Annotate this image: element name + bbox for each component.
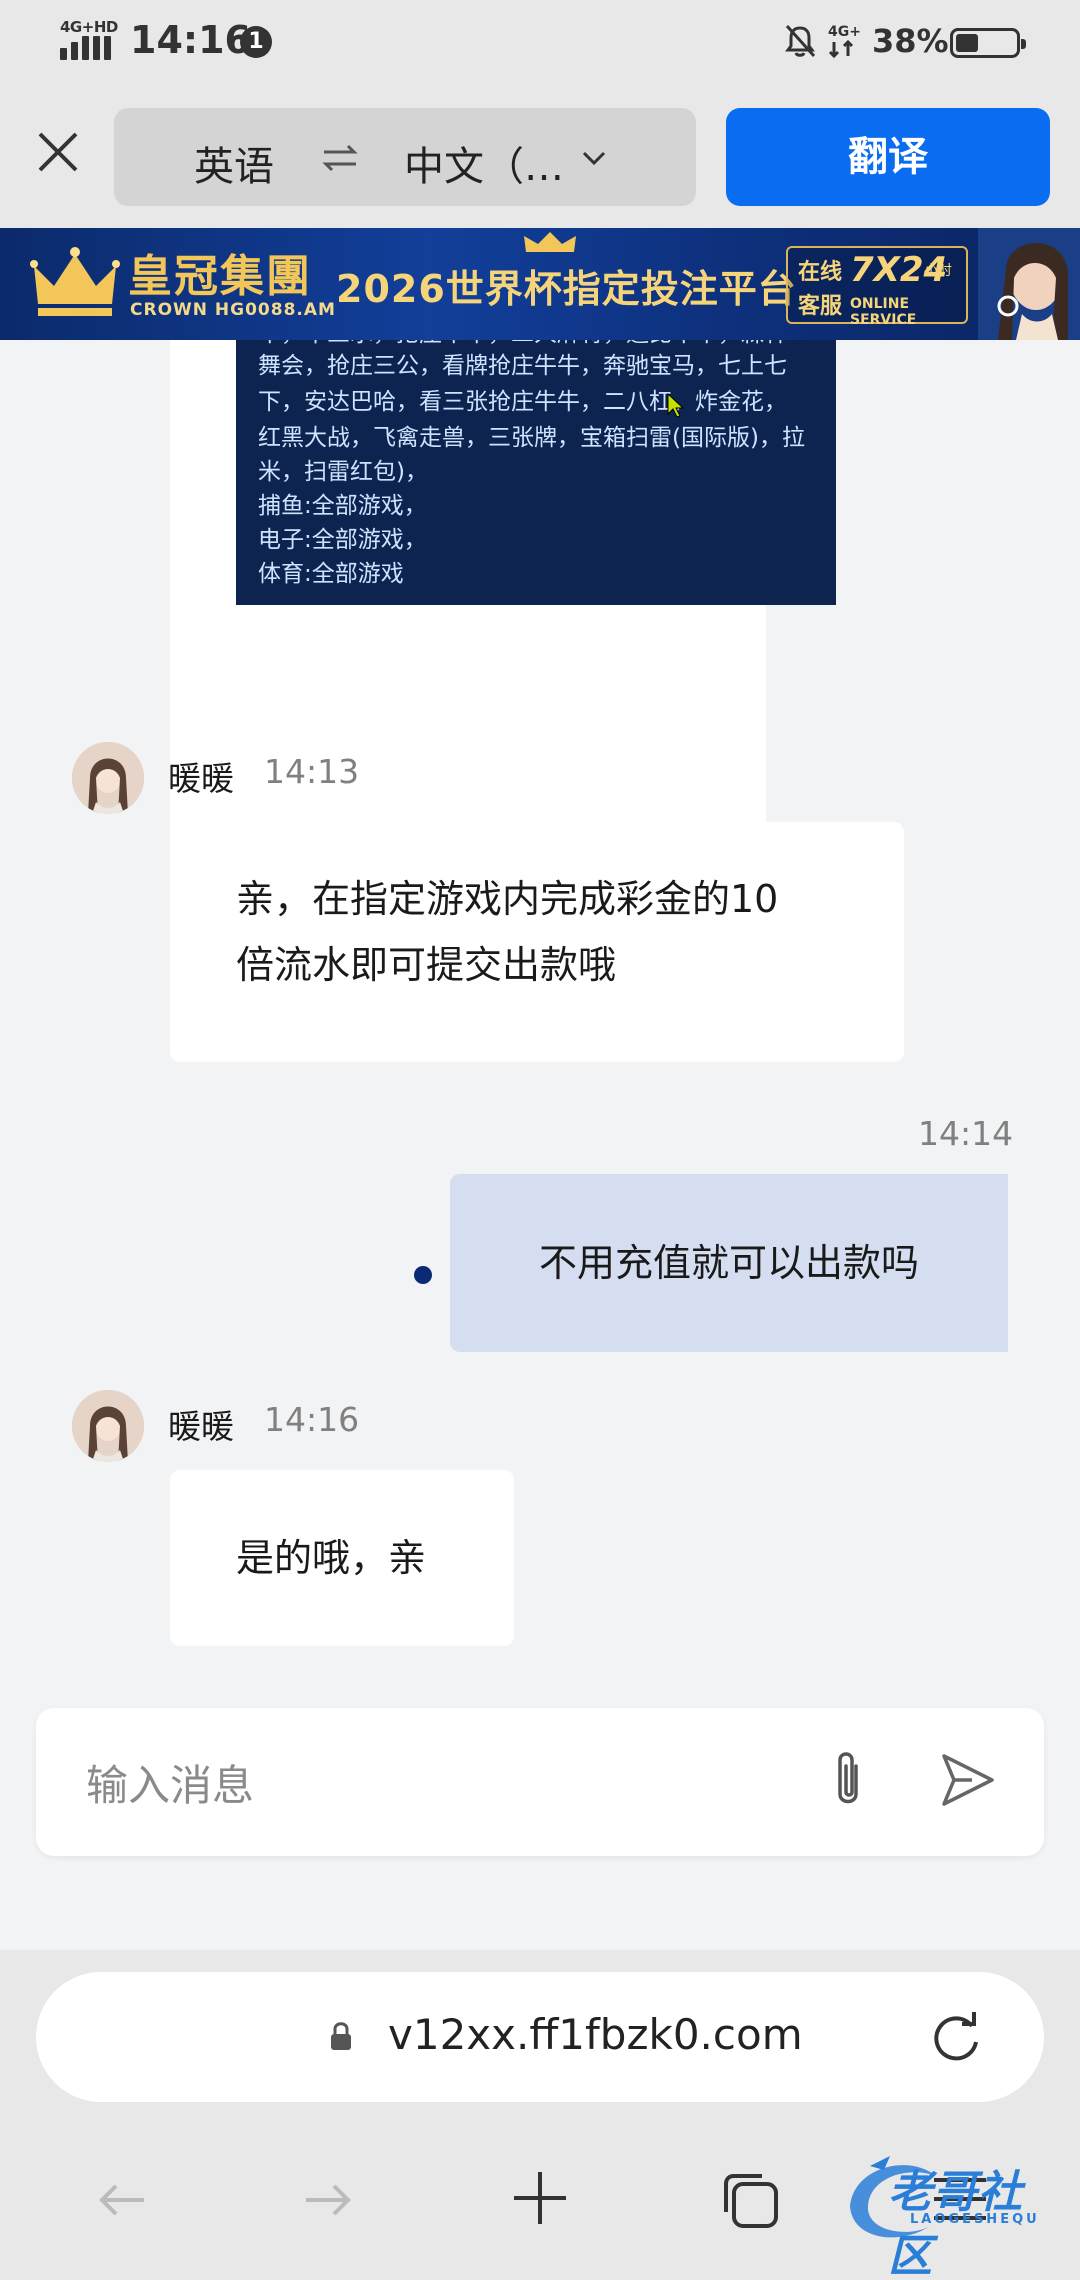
message-text-line: 倍流水即可提交出款哦 bbox=[236, 943, 617, 987]
language-selector[interactable]: 英语 中文（… bbox=[114, 108, 696, 206]
translate-button[interactable]: 翻译 bbox=[726, 108, 1050, 206]
avatar[interactable] bbox=[72, 1390, 144, 1462]
my-message-bubble[interactable]: 不用充值就可以出款吗 bbox=[450, 1174, 1008, 1352]
image-text-line: 体育:全部游戏 bbox=[258, 561, 404, 587]
message-bubble[interactable]: 亲，在指定游戏内完成彩金的10 倍流水即可提交出款哦 bbox=[170, 822, 904, 1062]
avatar[interactable] bbox=[72, 742, 144, 814]
mouse-cursor-icon bbox=[667, 392, 685, 418]
send-icon[interactable] bbox=[938, 1750, 998, 1810]
network-type: 4G+HD bbox=[60, 18, 118, 36]
source-language[interactable]: 英语 bbox=[194, 134, 274, 192]
message-time: 14:16 bbox=[264, 1400, 360, 1439]
image-text-line: 红黑大战，飞禽走兽，三张牌，宝箱扫雷(国际版)，拉 bbox=[258, 425, 805, 451]
lock-icon bbox=[331, 2022, 351, 2050]
ad-service-label: ONLINE SERVICE bbox=[850, 296, 917, 328]
sender-name: 暖暖 bbox=[168, 1407, 234, 1446]
svg-text:4G+: 4G+ bbox=[828, 24, 861, 40]
tabs-icon[interactable] bbox=[718, 2168, 782, 2232]
crown-logo bbox=[30, 247, 120, 316]
swap-languages-icon[interactable] bbox=[320, 138, 360, 178]
back-arrow-icon[interactable] bbox=[94, 2172, 150, 2228]
paperclip-icon[interactable] bbox=[822, 1748, 874, 1812]
bell-muted-icon bbox=[785, 24, 816, 58]
mobile-data-icon: 4G+ bbox=[828, 24, 861, 59]
signal-icon: 4G+HD bbox=[60, 18, 118, 60]
small-crown-icon bbox=[524, 232, 576, 252]
ad-service-line1: 在线 bbox=[798, 260, 843, 285]
target-language[interactable]: 中文（… bbox=[404, 134, 564, 192]
url-text[interactable]: v12xx.ff1fbzk0.com bbox=[388, 2010, 803, 2059]
ad-brand-sub: CROWN HG0088.AM bbox=[130, 300, 336, 320]
image-text-line: 捕鱼:全部游戏， bbox=[258, 493, 427, 519]
notification-count-badge: 1 bbox=[240, 26, 272, 58]
status-time: 14:16 bbox=[130, 18, 251, 62]
reload-icon[interactable] bbox=[926, 2008, 986, 2068]
new-tab-plus-icon[interactable] bbox=[510, 2168, 570, 2228]
message-bubble[interactable]: 是的哦，亲 bbox=[170, 1470, 514, 1646]
unread-indicator bbox=[414, 1266, 432, 1284]
ad-banner[interactable]: 皇冠集團 CROWN HG0088.AM 2026世界杯指定投注平台 在线 客服… bbox=[0, 228, 1080, 340]
battery-percent: 38% bbox=[872, 22, 949, 60]
ad-service-line2: 客服 bbox=[798, 294, 843, 319]
battery-icon bbox=[950, 28, 1026, 58]
ad-service-unit: 小时 bbox=[924, 263, 952, 279]
browser-bottom-bar: v12xx.ff1fbzk0.com 老哥社区 LAOGESHEQU bbox=[0, 1950, 1080, 2280]
message-text-line: 亲，在指定游戏内完成彩金的10 bbox=[236, 877, 779, 921]
watermark-sub: LAOGESHEQU bbox=[910, 2212, 1040, 2227]
status-bar: 4G+HD 14:16 1 4G+ 38% bbox=[0, 0, 1080, 84]
message-input[interactable]: 输入消息 bbox=[86, 1752, 254, 1813]
message-time: 14:13 bbox=[264, 752, 360, 791]
image-text-line: 电子:全部游戏， bbox=[258, 527, 427, 553]
sender-name: 暖暖 bbox=[168, 759, 234, 798]
image-message-screenshot[interactable]: 牛，十三水，抢庄牛牛，二人麻将，通比牛牛，森林 舞会，抢庄三公，看牌抢庄牛牛，奔… bbox=[236, 340, 836, 605]
image-text-line: 下，安达巴哈，看三张抢庄牛牛，二八杠，炸金花， bbox=[258, 389, 787, 415]
watermark-logo: 老哥社区 LAOGESHEQU bbox=[840, 2146, 1066, 2280]
avatar-image bbox=[72, 1390, 144, 1462]
image-text-line: 舞会，抢庄三公，看牌抢庄牛牛，奔驰宝马，七上七 bbox=[258, 353, 787, 379]
ad-headline: 2026世界杯指定投注平台 bbox=[336, 267, 797, 311]
message-composer[interactable]: 输入消息 bbox=[36, 1708, 1044, 1856]
close-icon[interactable] bbox=[30, 124, 86, 180]
avatar-image bbox=[72, 742, 144, 814]
translate-toolbar: 英语 中文（… 翻译 bbox=[0, 84, 1080, 228]
forward-arrow-icon[interactable] bbox=[300, 2172, 356, 2228]
chevron-down-icon[interactable] bbox=[580, 144, 608, 172]
ad-model-image bbox=[978, 228, 1080, 340]
ad-brand-name: 皇冠集團 bbox=[128, 251, 312, 302]
ad-service-badge: 在线 客服 7X24 小时 ONLINE SERVICE bbox=[786, 246, 968, 328]
message-time: 14:14 bbox=[918, 1114, 1014, 1153]
address-bar[interactable]: v12xx.ff1fbzk0.com bbox=[36, 1972, 1044, 2102]
image-text-line: 米，扫雷红包)， bbox=[258, 459, 428, 485]
